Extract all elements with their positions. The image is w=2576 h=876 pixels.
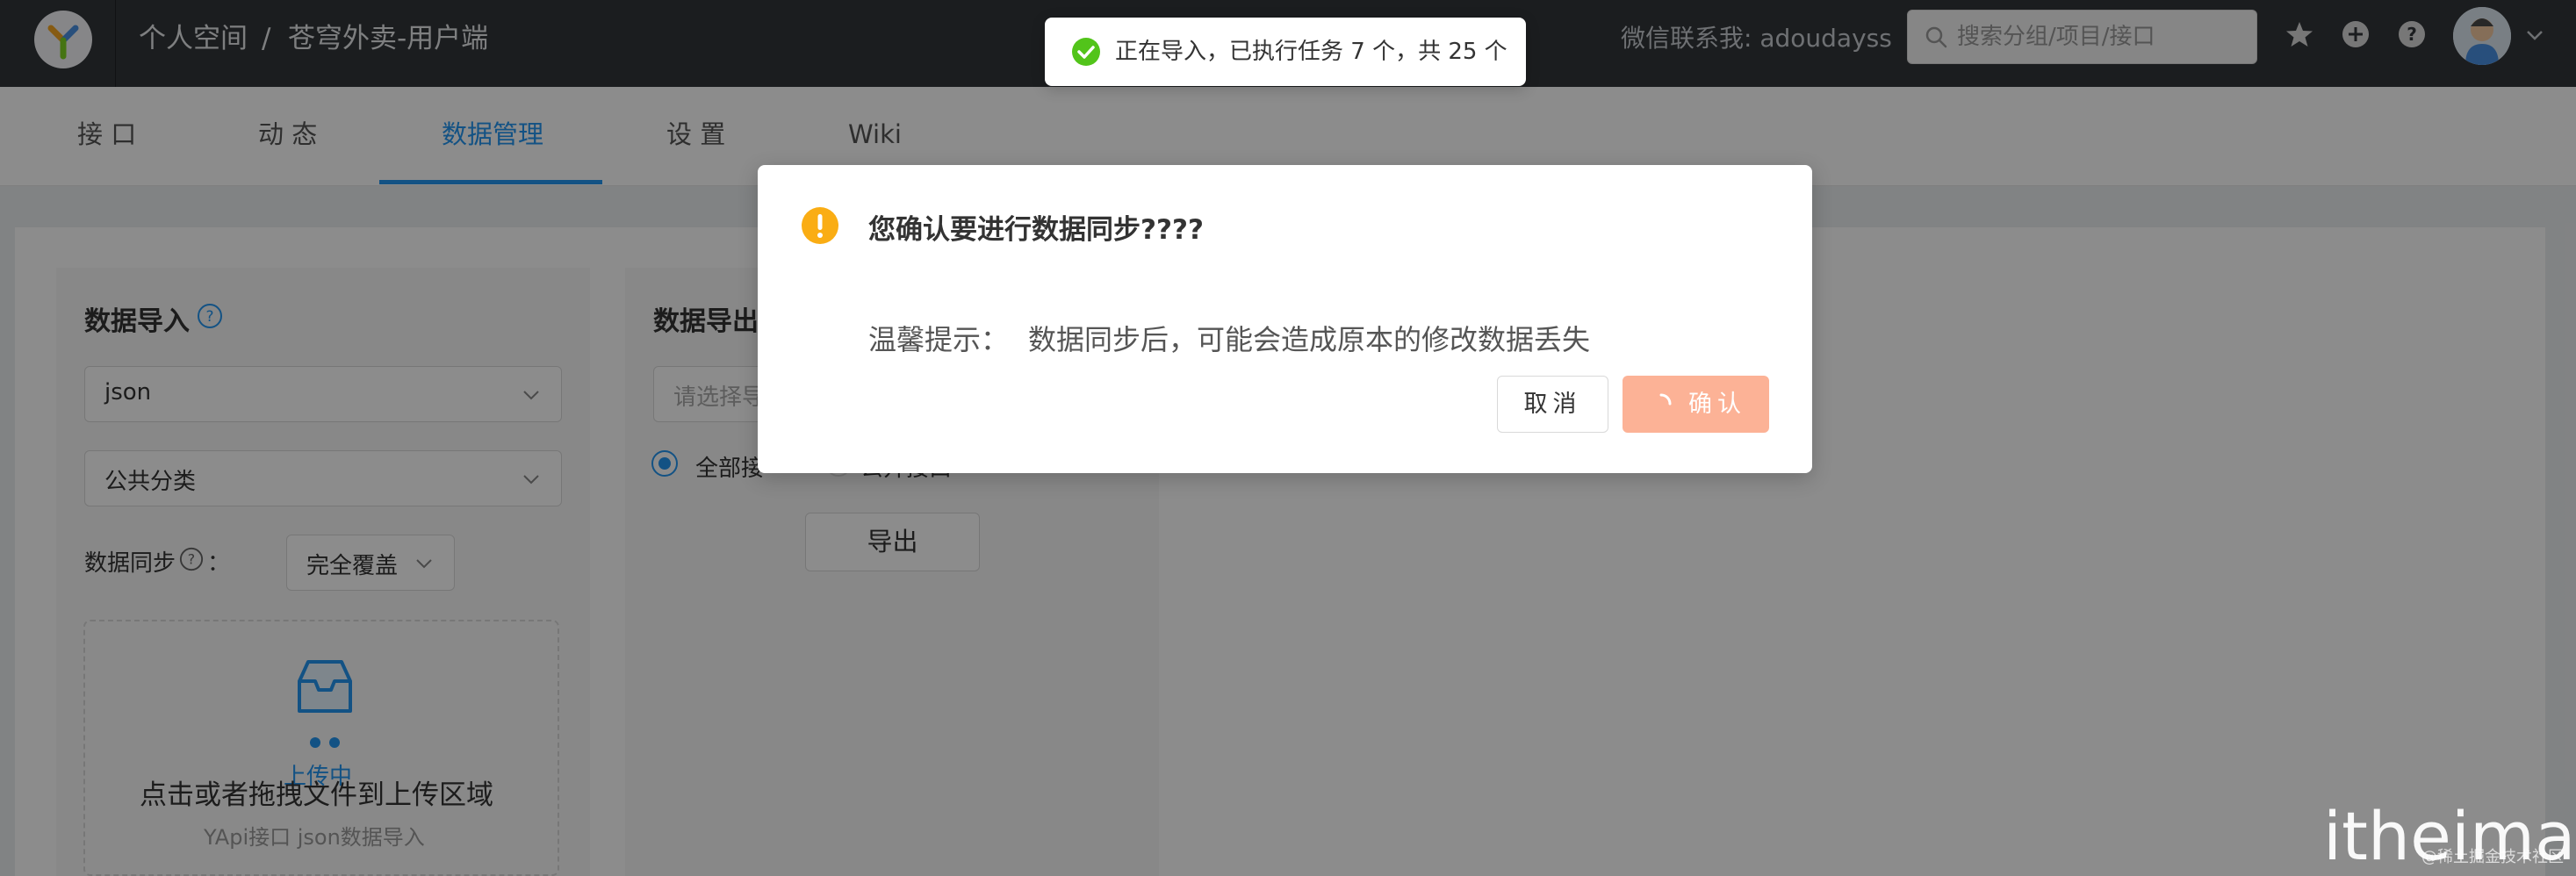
cancel-button[interactable]: 取消 [1497, 376, 1608, 433]
exclamation-circle-icon [802, 207, 838, 244]
confirm-modal: 您确认要进行数据同步???? 温馨提示： 数据同步后，可能会造成原本的修改数据丢失… [758, 165, 1812, 473]
check-circle-icon [1072, 38, 1100, 66]
toast-text: 正在导入，已执行任务 7 个，共 25 个 [1115, 39, 1507, 65]
modal-content: 温馨提示： 数据同步后，可能会造成原本的修改数据丢失 [868, 318, 1590, 358]
modal-tip-text: 数据同步后，可能会造成原本的修改数据丢失 [1028, 323, 1591, 356]
confirm-button[interactable]: 确认 [1623, 376, 1769, 433]
modal-title: 您确认要进行数据同步???? [868, 214, 1204, 246]
import-progress-toast: 正在导入，已执行任务 7 个，共 25 个 [1045, 18, 1526, 86]
modal-tip-label: 温馨提示： [868, 323, 1010, 356]
loading-icon [1659, 393, 1672, 406]
watermark-subtext: @稀土掘金技术社区 [2421, 848, 2564, 866]
confirm-button-label: 确认 [1688, 391, 1746, 418]
